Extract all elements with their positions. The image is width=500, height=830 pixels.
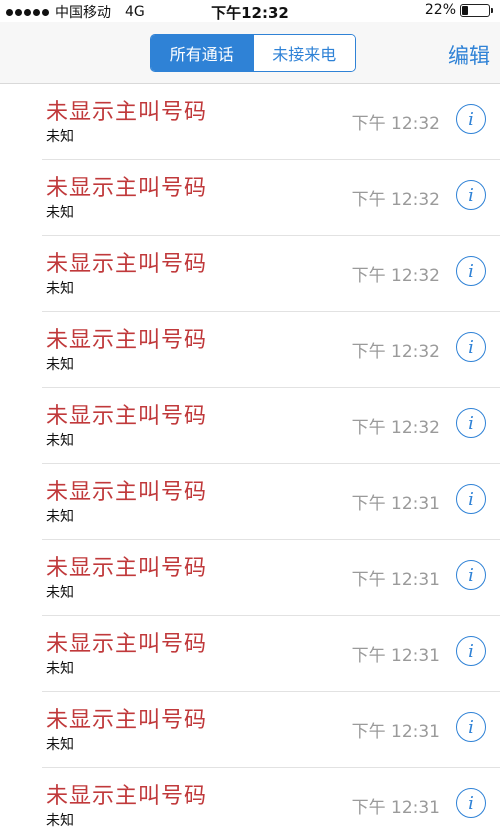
call-row[interactable]: 未显示主叫号码未知 下午 12:32 i bbox=[42, 160, 500, 236]
call-row[interactable]: 未显示主叫号码未知 下午 12:32 i bbox=[42, 236, 500, 312]
navigation-bar: 所有通话 未接来电 编辑 bbox=[0, 22, 500, 84]
call-time: 下午 12:32 bbox=[351, 190, 440, 210]
info-icon[interactable]: i bbox=[456, 256, 486, 286]
caller-name: 未显示主叫号码 bbox=[46, 480, 208, 505]
call-row[interactable]: 未显示主叫号码未知 下午 12:31 i bbox=[42, 768, 500, 830]
caller-label: 未知 bbox=[46, 205, 74, 221]
call-time: 下午 12:32 bbox=[351, 342, 440, 362]
call-row[interactable]: 未显示主叫号码未知 下午 12:31 i bbox=[42, 616, 500, 692]
call-time: 下午 12:32 bbox=[351, 114, 440, 134]
tab-missed-calls[interactable]: 未接来电 bbox=[252, 35, 355, 71]
info-icon[interactable]: i bbox=[456, 408, 486, 438]
caller-label: 未知 bbox=[46, 509, 74, 525]
battery-percent: 22% bbox=[424, 2, 456, 18]
call-row[interactable]: 未显示主叫号码未知 下午 12:31 i bbox=[42, 692, 500, 768]
call-row[interactable]: 未显示主叫号码未知 下午 12:32 i bbox=[42, 84, 500, 160]
info-icon[interactable]: i bbox=[456, 560, 486, 590]
call-time: 下午 12:31 bbox=[351, 494, 440, 514]
status-right: 22% bbox=[424, 2, 493, 18]
caller-label: 未知 bbox=[46, 357, 74, 373]
caller-label: 未知 bbox=[46, 129, 74, 145]
caller-label: 未知 bbox=[46, 433, 74, 449]
call-time: 下午 12:31 bbox=[351, 570, 440, 590]
call-row[interactable]: 未显示主叫号码未知 下午 12:31 i bbox=[42, 540, 500, 616]
recent-calls-list: 未显示主叫号码 未知 下午 12:32 i 未显示主叫号码 未知 下午 12:32 i 未显示主… bbox=[0, 84, 500, 830]
caller-name: 未显示主叫号码 bbox=[46, 176, 208, 201]
caller-name: 未显示主叫号码 bbox=[46, 404, 208, 429]
info-icon[interactable]: i bbox=[456, 104, 486, 134]
info-icon[interactable]: i bbox=[456, 332, 486, 362]
edit-button[interactable]: 编辑 bbox=[448, 40, 490, 70]
tab-all-calls[interactable]: 所有通话 bbox=[151, 35, 253, 71]
caller-label: 未知 bbox=[46, 281, 74, 297]
caller-name: 未显示主叫号码 bbox=[46, 556, 208, 581]
battery-icon bbox=[460, 3, 493, 17]
caller-name: 未显示主叫号码 bbox=[46, 252, 208, 277]
battery-fill bbox=[462, 5, 468, 15]
caller-name: 未显示主叫号码 bbox=[46, 632, 208, 657]
call-time: 下午 12:31 bbox=[351, 722, 440, 742]
caller-label: 未知 bbox=[46, 585, 74, 601]
caller-name: 未显示主叫号码 bbox=[46, 100, 208, 125]
call-time: 下午 12:32 bbox=[351, 266, 440, 286]
caller-name: 未显示主叫号码 bbox=[46, 784, 208, 809]
info-icon[interactable]: i bbox=[456, 712, 486, 742]
info-icon[interactable]: i bbox=[456, 180, 486, 210]
caller-label: 未知 bbox=[46, 661, 74, 677]
call-time: 下午 12:32 bbox=[351, 418, 440, 438]
status-bar: 中国移动 4G 下午12:32 22% bbox=[0, 0, 500, 22]
caller-name: 未显示主叫号码 bbox=[46, 708, 208, 733]
info-icon[interactable]: i bbox=[456, 636, 486, 666]
caller-name: 未显示主叫号码 bbox=[46, 328, 208, 353]
call-time: 下午 12:31 bbox=[351, 798, 440, 818]
call-row[interactable]: 未显示主叫号码未知 下午 12:31 i bbox=[42, 464, 500, 540]
caller-label: 未知 bbox=[46, 813, 74, 829]
call-row[interactable]: 未显示主叫号码未知 下午 12:32 i bbox=[42, 388, 500, 464]
info-icon[interactable]: i bbox=[456, 788, 486, 818]
call-row[interactable]: 未显示主叫号码未知 下午 12:32 i bbox=[42, 312, 500, 388]
call-filter-segmented-control: 所有通话 未接来电 bbox=[150, 34, 356, 72]
call-time: 下午 12:31 bbox=[351, 646, 440, 666]
caller-label: 未知 bbox=[46, 737, 74, 753]
info-icon[interactable]: i bbox=[456, 484, 486, 514]
